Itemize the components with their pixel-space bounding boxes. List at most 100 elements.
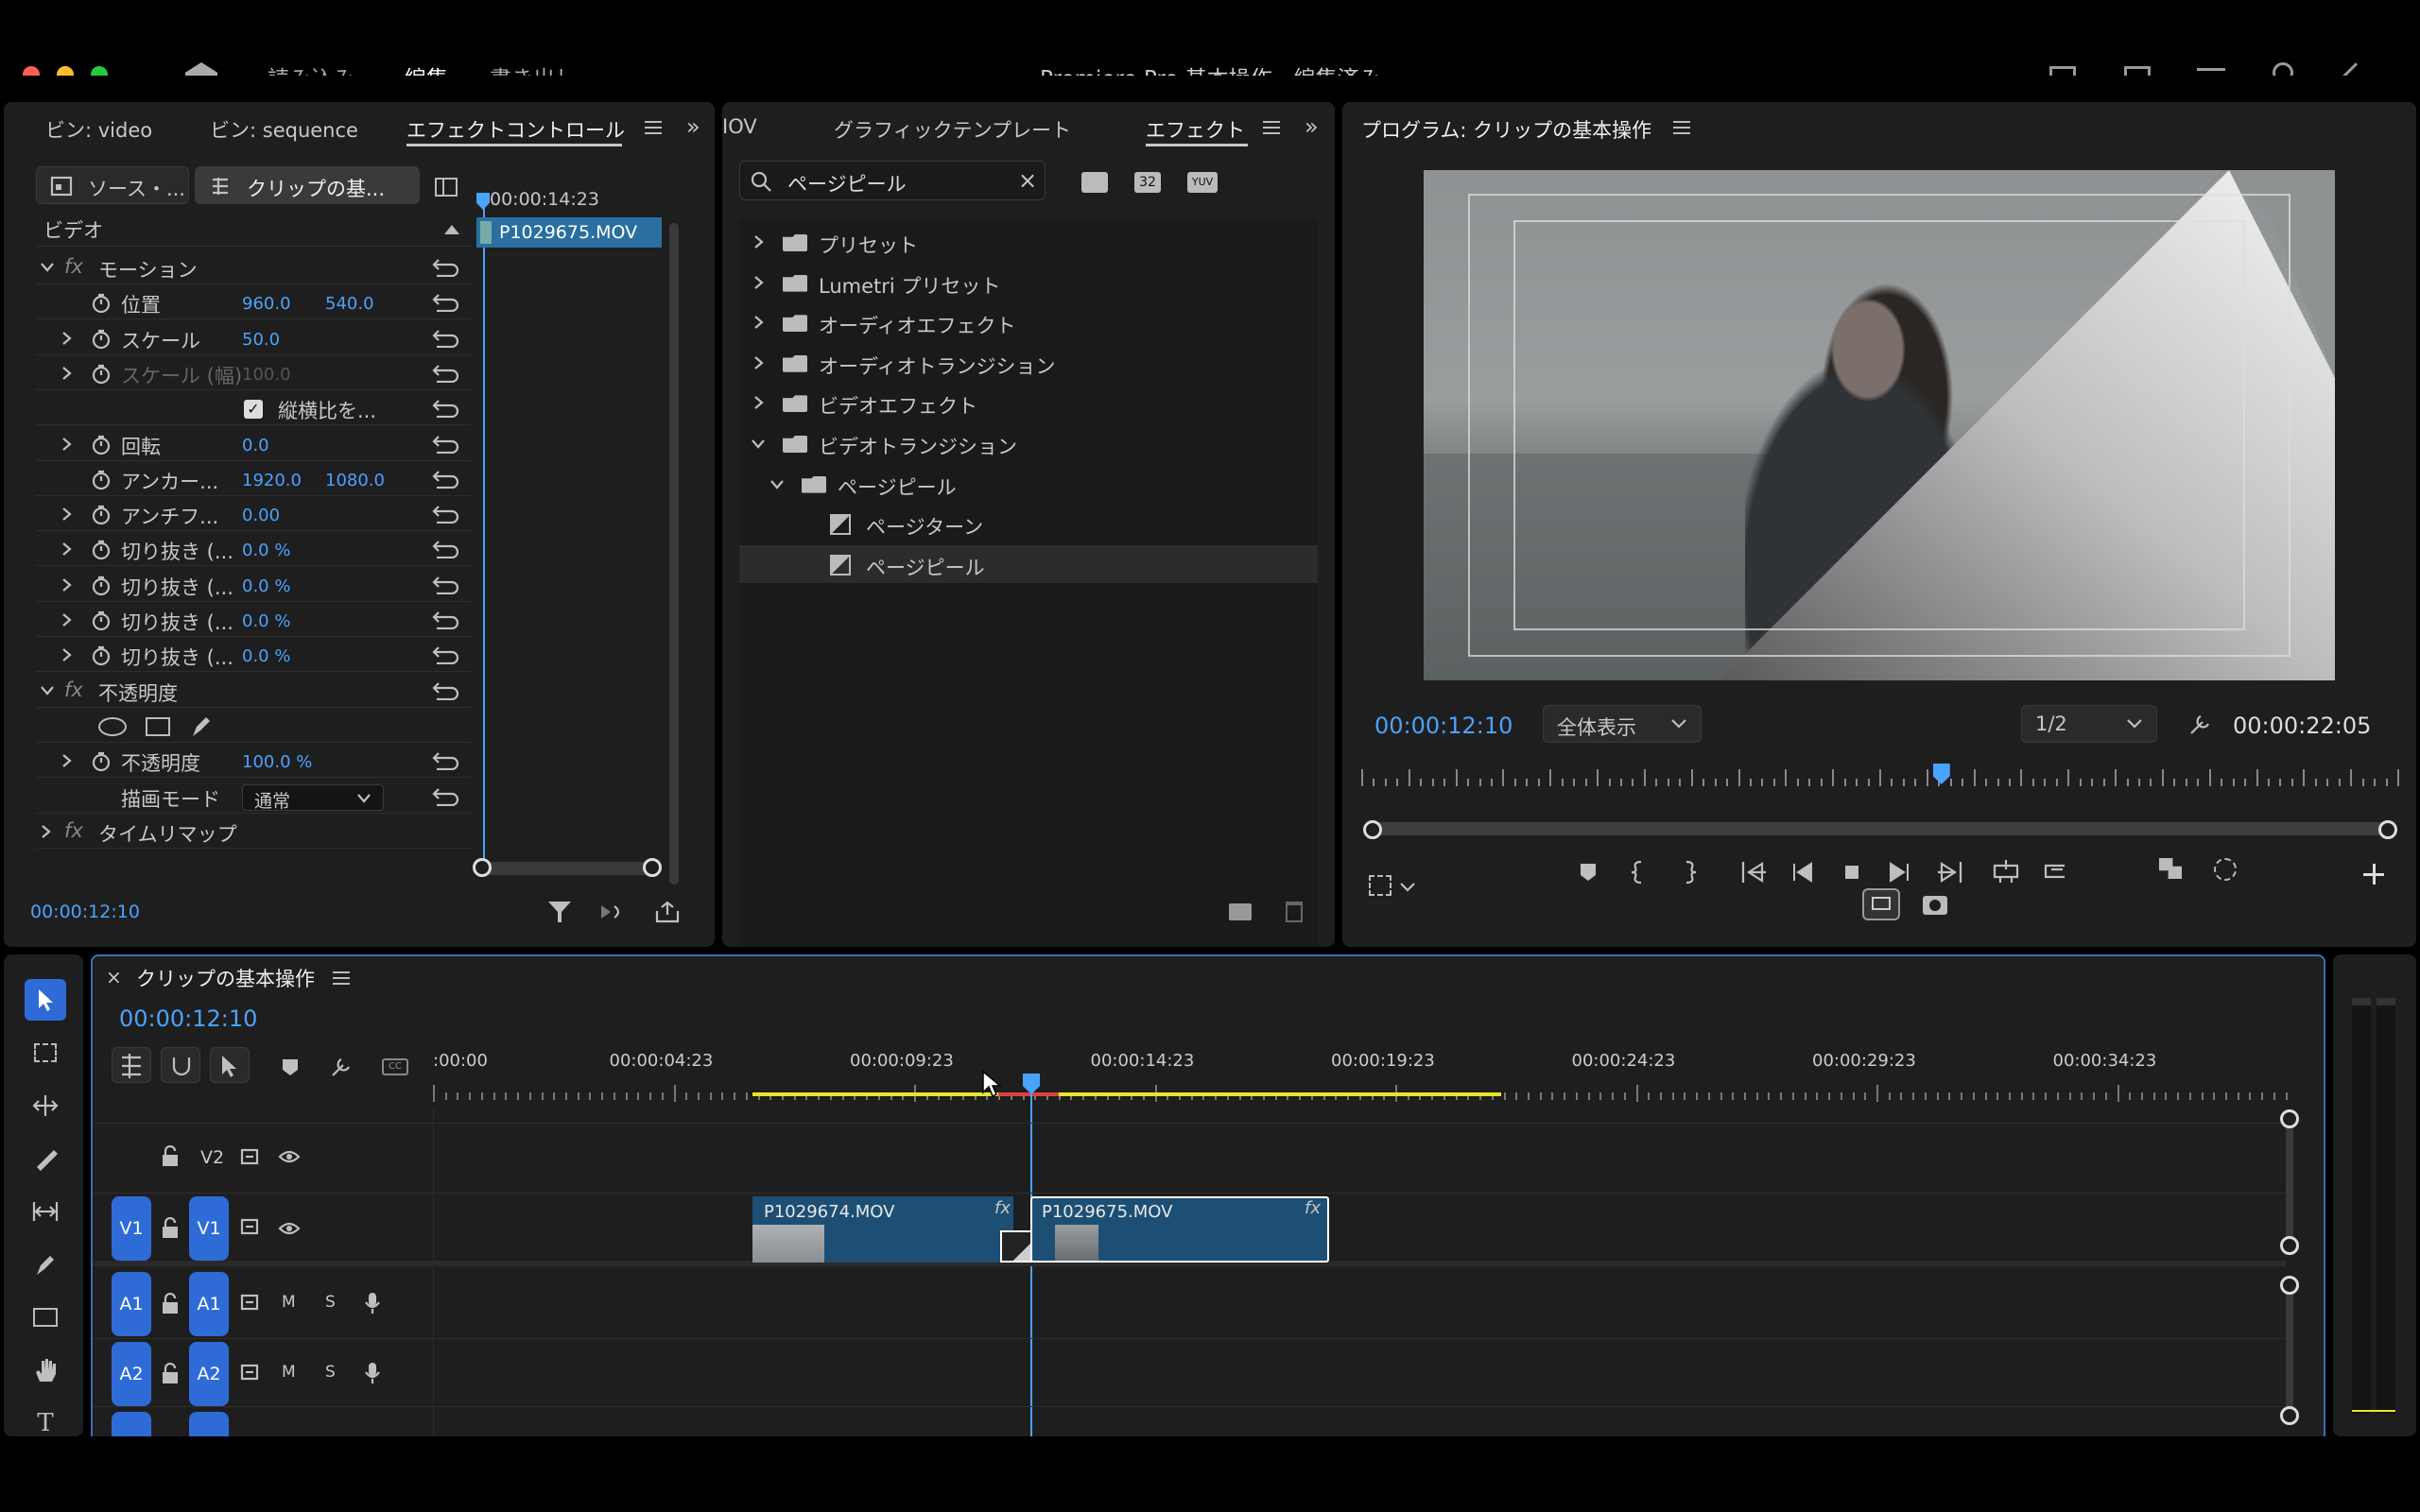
- tab-effect-controls[interactable]: エフェクトコントロール: [406, 115, 625, 144]
- timeline-close-icon[interactable]: ×: [106, 966, 122, 988]
- panel-overflow-icon[interactable]: »: [686, 113, 700, 140]
- reset-parameter-icon[interactable]: [431, 291, 459, 312]
- tab-export[interactable]: 書き出し: [490, 60, 577, 76]
- ripple-edit-tool[interactable]: [25, 1085, 66, 1126]
- timeline-timecode[interactable]: 00:00:12:10: [119, 1005, 257, 1032]
- chevron-down-icon[interactable]: [769, 478, 785, 491]
- export-frame-camera-icon[interactable]: [1923, 896, 1947, 915]
- tab-edit[interactable]: 編集: [405, 60, 448, 76]
- chevron-right-icon[interactable]: [60, 541, 74, 557]
- timeline-tab[interactable]: クリップの基本操作: [136, 964, 315, 992]
- fx-item-presets[interactable]: プリセット: [819, 231, 918, 259]
- rectangle-tool[interactable]: [25, 1297, 66, 1338]
- tab-import[interactable]: 読み込み: [268, 60, 354, 76]
- position-property-value[interactable]: 960.0: [242, 294, 291, 314]
- chevron-down-icon[interactable]: [751, 438, 766, 451]
- delete-icon[interactable]: [1286, 902, 1303, 922]
- search-input[interactable]: ページピール: [787, 169, 907, 198]
- stopwatch-icon[interactable]: [91, 610, 112, 631]
- panel-menu-icon[interactable]: [645, 121, 662, 134]
- reset-parameter-icon[interactable]: [431, 609, 459, 629]
- panel-menu-icon[interactable]: [333, 971, 350, 985]
- chevron-right-icon[interactable]: [60, 437, 74, 452]
- window-zoom-button[interactable]: [91, 66, 108, 76]
- reset-parameter-icon[interactable]: [431, 256, 459, 277]
- yuv-effects-icon[interactable]: YUV: [1187, 172, 1218, 193]
- stopwatch-icon[interactable]: [91, 576, 112, 596]
- reset-parameter-icon[interactable]: [431, 574, 459, 594]
- toggle-proxy-button[interactable]: [1862, 888, 1900, 920]
- panel-overflow-icon[interactable]: »: [1305, 113, 1319, 140]
- stopwatch-icon[interactable]: [91, 329, 112, 350]
- chevron-right-icon[interactable]: [60, 612, 74, 627]
- sync-lock-icon[interactable]: [240, 1217, 261, 1236]
- stopwatch-icon[interactable]: [91, 751, 112, 772]
- zoom-bar-right-handle[interactable]: [2378, 820, 2397, 839]
- video-track-scrollbar[interactable]: [2286, 1121, 2293, 1249]
- safe-margins-icon[interactable]: [1369, 875, 1392, 896]
- clip-button[interactable]: クリップの基...: [195, 166, 420, 204]
- solo-a1-button[interactable]: S: [325, 1293, 336, 1312]
- reset-parameter-icon[interactable]: [431, 785, 459, 806]
- add-marker-icon[interactable]: [280, 1057, 301, 1077]
- position-property-value-y[interactable]: 540.0: [325, 294, 374, 314]
- stopwatch-icon[interactable]: [91, 540, 112, 560]
- rotation-property-value[interactable]: 0.0: [242, 436, 269, 455]
- fx-item-video-effects[interactable]: ビデオエフェクト: [819, 391, 977, 420]
- lock-icon[interactable]: [161, 1363, 180, 1385]
- reset-parameter-icon[interactable]: [431, 433, 459, 454]
- video-scroll-top[interactable]: [2280, 1109, 2299, 1128]
- play-audio-icon[interactable]: [597, 902, 626, 922]
- fx-item-audio-effects[interactable]: オーディオエフェクト: [819, 311, 1016, 339]
- clip-p1029674[interactable]: P1029674.MOV fx: [752, 1196, 1013, 1263]
- fx-item-page-turn[interactable]: ページターン: [866, 512, 983, 541]
- reset-parameter-icon[interactable]: [431, 362, 459, 383]
- fullscreen-icon[interactable]: [2341, 62, 2365, 76]
- window-close-button[interactable]: [23, 66, 40, 76]
- linked-selection-button[interactable]: [210, 1047, 250, 1083]
- chevron-right-icon[interactable]: [60, 577, 74, 593]
- tab-bin-video[interactable]: ビン: video: [45, 115, 152, 144]
- reset-parameter-icon[interactable]: [431, 679, 459, 700]
- sync-lock-icon[interactable]: [240, 1363, 261, 1382]
- chevron-right-icon[interactable]: [60, 753, 74, 768]
- add-button-icon[interactable]: [2363, 864, 2384, 885]
- chevron-right-icon[interactable]: [60, 331, 74, 346]
- track-select-tool[interactable]: [25, 1032, 66, 1074]
- stopwatch-icon[interactable]: [91, 364, 112, 385]
- chevron-right-icon[interactable]: [60, 366, 74, 381]
- type-tool[interactable]: T: [25, 1402, 66, 1436]
- ec-hscroll-left[interactable]: [473, 858, 492, 877]
- ec-scrollbar[interactable]: [669, 223, 679, 885]
- video-scroll-bottom[interactable]: [2280, 1236, 2299, 1255]
- reset-parameter-icon[interactable]: [431, 503, 459, 524]
- zoom-dropdown[interactable]: 全体表示: [1543, 705, 1702, 743]
- work-area-bar[interactable]: [752, 1092, 1501, 1096]
- share-icon[interactable]: [2124, 66, 2151, 76]
- ec-clip-bar[interactable]: P1029675.MOV: [476, 217, 662, 248]
- blend-mode-dropdown[interactable]: 通常: [242, 784, 384, 812]
- chevron-down-icon[interactable]: [1399, 881, 1416, 894]
- mute-a1-button[interactable]: M: [282, 1293, 296, 1312]
- compare-view-icon[interactable]: [2214, 858, 2237, 881]
- solo-a2-button[interactable]: S: [325, 1363, 336, 1382]
- insert-icon[interactable]: [2159, 858, 2182, 879]
- time-remap-header[interactable]: タイムリマップ: [98, 819, 237, 848]
- panel-menu-icon[interactable]: [1673, 121, 1690, 134]
- source-patch-a1[interactable]: A1: [112, 1272, 151, 1336]
- chevron-right-icon[interactable]: [752, 234, 766, 249]
- audio-track-scrollbar[interactable]: [2286, 1287, 2293, 1419]
- sync-lock-icon[interactable]: [240, 1147, 261, 1166]
- clear-search-icon[interactable]: ×: [1018, 167, 1037, 194]
- source-patch-a3[interactable]: [112, 1412, 151, 1436]
- rectangle-mask-icon[interactable]: [146, 717, 170, 736]
- stopwatch-icon[interactable]: [91, 470, 112, 490]
- track-a1-target[interactable]: A1: [189, 1272, 229, 1336]
- pen-mask-icon[interactable]: [189, 713, 214, 738]
- stopwatch-icon[interactable]: [91, 435, 112, 455]
- chevron-right-icon[interactable]: [752, 395, 766, 410]
- crop-left-property-value[interactable]: 0.0 %: [242, 541, 290, 560]
- snap-button[interactable]: [161, 1047, 200, 1083]
- export-frame-icon[interactable]: [654, 900, 681, 924]
- tab-mov[interactable]: IOV: [722, 115, 757, 138]
